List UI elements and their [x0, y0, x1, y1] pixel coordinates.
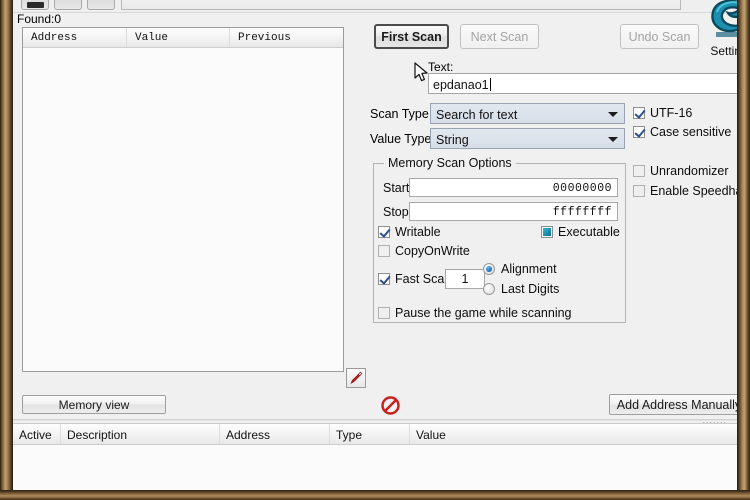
column-header-value[interactable]: Value: [410, 424, 510, 444]
column-header-type[interactable]: Type: [330, 424, 410, 444]
mouse-cursor: [414, 62, 428, 82]
scan-results-body[interactable]: [23, 48, 343, 371]
cheat-table[interactable]: Active Description Address Type Value: [13, 423, 737, 490]
scan-type-select[interactable]: Search for text: [430, 103, 625, 124]
copyonwrite-checkbox[interactable]: CopyOnWrite: [378, 244, 470, 258]
cheat-table-header: Active Description Address Type Value: [13, 424, 737, 445]
radio-dot: [483, 283, 495, 295]
scan-results-list[interactable]: Address Value Previous: [22, 27, 344, 372]
cheat-engine-logo: [711, 0, 737, 37]
checkbox-box: [633, 185, 645, 197]
main-toolbar: [13, 0, 737, 13]
checkbox-box: [378, 307, 390, 319]
checkbox-box: [378, 273, 390, 285]
checkbox-box: [378, 226, 390, 238]
column-header-address[interactable]: Address: [220, 424, 330, 444]
fast-scan-value-input[interactable]: 1: [445, 269, 485, 289]
search-text-value: epdanao1: [433, 77, 489, 92]
add-address-manually-button[interactable]: Add Address Manually: [609, 394, 737, 415]
search-text-label: Text:: [428, 60, 454, 74]
memory-view-button[interactable]: Memory view: [22, 395, 166, 414]
column-header-value[interactable]: Value: [127, 28, 230, 47]
next-scan-button[interactable]: Next Scan: [460, 24, 539, 49]
column-header-description[interactable]: Description: [61, 424, 220, 444]
chevron-down-icon: [608, 112, 618, 117]
toolbar-process-field[interactable]: [121, 0, 681, 10]
add-to-table-arrow-button[interactable]: [346, 368, 366, 388]
column-header-address[interactable]: Address: [23, 28, 127, 47]
pause-game-label: Pause the game while scanning: [395, 306, 572, 320]
undo-scan-button[interactable]: Undo Scan: [620, 24, 699, 49]
window-frame-bottom: [0, 490, 750, 500]
scan-type-label: Scan Type: [370, 107, 429, 121]
memory-scan-options-title: Memory Scan Options: [384, 156, 516, 170]
stop-address-input[interactable]: ffffffff: [409, 202, 618, 221]
first-scan-button[interactable]: First Scan: [374, 24, 449, 49]
pause-game-checkbox[interactable]: Pause the game while scanning: [378, 306, 572, 320]
unrandomizer-checkbox[interactable]: Unrandomizer: [633, 164, 729, 178]
toolbar-button-2[interactable]: [54, 0, 82, 10]
last-digits-label: Last Digits: [501, 282, 560, 296]
value-type-value: String: [436, 132, 469, 147]
chevron-down-icon: [608, 137, 618, 142]
window-frame-left: [0, 0, 13, 500]
copyonwrite-label: CopyOnWrite: [395, 244, 470, 258]
red-arrow-icon: [350, 371, 363, 384]
utf16-checkbox[interactable]: UTF-16: [633, 106, 692, 120]
value-type-label: Value Type: [370, 132, 432, 146]
column-header-previous[interactable]: Previous: [230, 28, 343, 47]
alignment-radio[interactable]: Alignment: [483, 262, 557, 276]
alignment-label: Alignment: [501, 262, 557, 276]
scan-results-header: Address Value Previous: [23, 28, 343, 48]
writable-label: Writable: [395, 225, 441, 239]
column-header-active[interactable]: Active: [13, 424, 61, 444]
speedhack-label: Enable Speedhack: [650, 184, 737, 198]
separator: [13, 419, 737, 421]
window-frame-right: [737, 0, 750, 500]
checkbox-box: [633, 126, 645, 138]
text-caret: [489, 78, 491, 91]
checkbox-box: [633, 165, 645, 177]
fast-scan-label: Fast Scan: [395, 272, 452, 286]
checkbox-box: [633, 107, 645, 119]
speedhack-checkbox[interactable]: Enable Speedhack: [633, 184, 737, 198]
writable-checkbox[interactable]: Writable: [378, 225, 441, 239]
checkbox-box: [541, 226, 553, 238]
cheat-table-body[interactable]: [13, 445, 737, 490]
prohibition-icon[interactable]: [381, 396, 400, 415]
executable-checkbox[interactable]: Executable: [541, 225, 620, 239]
executable-label: Executable: [558, 225, 620, 239]
start-label: Start: [383, 181, 410, 195]
utf16-label: UTF-16: [650, 106, 693, 120]
found-count-label: Found:0: [17, 12, 62, 26]
radio-dot: [483, 263, 495, 275]
client-area: Found:0 Address Value Previous First Sca…: [13, 0, 737, 490]
settings-label[interactable]: Settings: [703, 44, 737, 58]
toolbar-button-3[interactable]: [87, 0, 115, 10]
checkbox-box: [378, 245, 390, 257]
start-address-input[interactable]: 00000000: [409, 178, 618, 197]
case-sensitive-label: Case sensitive: [650, 125, 732, 139]
cheat-engine-window: Found:0 Address Value Previous First Sca…: [0, 0, 750, 500]
unrandomizer-label: Unrandomizer: [650, 164, 729, 178]
fast-scan-checkbox[interactable]: Fast Scan: [378, 272, 451, 286]
branding-area[interactable]: Settings: [703, 0, 737, 58]
toolbar-button-1-icon: [27, 2, 44, 8]
value-type-select[interactable]: String: [430, 128, 625, 149]
search-text-input[interactable]: epdanao1: [428, 73, 737, 94]
toolbar-button-1[interactable]: [21, 0, 49, 10]
stop-label: Stop: [383, 205, 409, 219]
last-digits-radio[interactable]: Last Digits: [483, 282, 559, 296]
case-sensitive-checkbox[interactable]: Case sensitive: [633, 125, 731, 139]
scan-type-value: Search for text: [436, 107, 518, 122]
